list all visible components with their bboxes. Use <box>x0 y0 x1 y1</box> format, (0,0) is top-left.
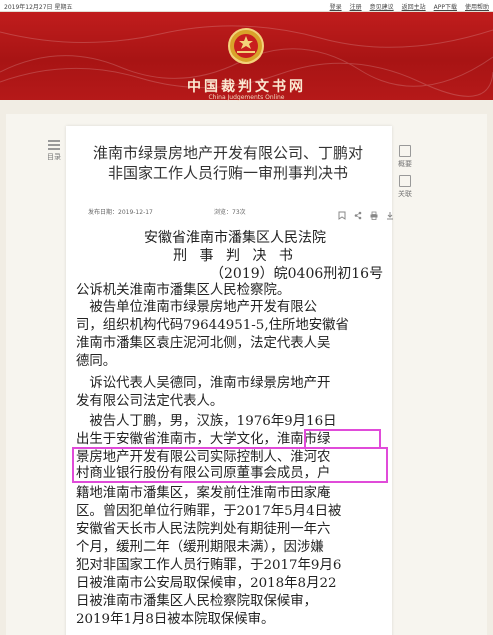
feedback-link[interactable]: 意见建议 <box>370 2 394 11</box>
document-title-line: 淮南市绿景房地产开发有限公司、丁鹏对 <box>92 144 363 162</box>
doc-actions <box>338 205 394 220</box>
site-header: 中国裁判文书网 China Judgements Online <box>0 12 493 101</box>
site-title: 中国裁判文书网 <box>187 79 306 95</box>
court-emblem-icon <box>228 28 264 64</box>
related-button[interactable]: 关联 <box>394 175 416 199</box>
body-line: 出生于安徽省淮南市，大学文化，淮南市绿 <box>76 432 331 447</box>
body-line: 德同。 <box>76 354 117 369</box>
related-icon <box>399 175 411 187</box>
body-line: 被告单位淮南市绿景房地产开发有限公 <box>76 300 318 315</box>
document-title-line: 非国家工作人员行贿一审刑事判决书 <box>107 164 348 182</box>
document-type: 刑 事 判 决 书 <box>173 248 297 264</box>
court-name: 安徽省淮南市潘集区人民法院 <box>144 230 326 246</box>
top-utility-bar: 2019年12月27日 星期五 登录 注册 意见建议 返回主站 APP下载 使用… <box>0 0 493 12</box>
body-line: 诉讼代表人吴德同，淮南市绿景房地产开 <box>76 376 331 391</box>
body-line: 2019年1月8日被本院取保候审。 <box>76 612 275 627</box>
highlight-annotation <box>72 447 388 483</box>
body-line: 司，组织机构代码79644951-5,住所地安徽省 <box>76 318 349 333</box>
summary-icon <box>399 145 411 157</box>
register-link[interactable]: 注册 <box>350 2 362 11</box>
download-icon[interactable] <box>386 205 394 220</box>
topbar-links: 登录 注册 意见建议 返回主站 APP下载 使用帮助 <box>330 2 489 11</box>
body-line: 日被淮南市潘集区人民检察院取保候审， <box>76 594 318 609</box>
toc-button[interactable]: 目录 <box>44 140 64 162</box>
view-count: 浏览：73次 <box>214 209 246 216</box>
highlight-annotation <box>304 429 381 449</box>
app-download-link[interactable]: APP下载 <box>434 2 457 11</box>
share-icon[interactable] <box>354 205 362 220</box>
body-line: 公诉机关淮南市潘集区人民检察院。 <box>76 283 291 298</box>
body-line: 区。曾因犯单位行贿罪，于2017年5月4日被 <box>76 504 342 519</box>
body-line: 个月，缓刑二年（缓刑期限未满），因涉嫌 <box>76 540 324 555</box>
current-date: 2019年12月27日 星期五 <box>4 4 73 11</box>
summary-button[interactable]: 概要 <box>394 145 416 169</box>
collect-icon[interactable] <box>338 205 346 220</box>
body-line: 犯对非国家工作人员行贿罪，于2017年9月6 <box>76 558 342 573</box>
list-icon <box>48 140 60 150</box>
publish-date: 发布日期：2019-12-17 <box>88 209 153 216</box>
print-icon[interactable] <box>370 205 378 220</box>
summary-label: 概要 <box>398 160 412 168</box>
body-line: 被告人丁鹏，男，汉族，1976年9月16日 <box>76 414 337 429</box>
help-link[interactable]: 使用帮助 <box>465 2 489 11</box>
body-line: 籍地淮南市潘集区，案发前住淮南市田家庵 <box>76 486 331 501</box>
site-subtitle: China Judgements Online <box>208 94 285 101</box>
body-line: 发有限公司法定代表人。 <box>76 394 224 409</box>
document-title: 淮南市绿景房地产开发有限公司、丁鹏对 非国家工作人员行贿一审刑事判决书 <box>72 143 384 183</box>
body-line: 日被淮南市公安局取保候审，2018年8月22 <box>76 576 337 591</box>
related-label: 关联 <box>398 190 412 198</box>
body-line: 淮南市潘集区袁庄泥河北侧，法定代表人吴 <box>76 336 331 351</box>
return-main-link[interactable]: 返回主站 <box>402 2 426 11</box>
case-number: （2019）皖0406刑初16号 <box>210 266 384 282</box>
login-link[interactable]: 登录 <box>330 2 342 11</box>
body-line: 安徽省天长市人民法院判处有期徒刑一年六 <box>76 522 331 537</box>
toc-label: 目录 <box>47 153 61 161</box>
